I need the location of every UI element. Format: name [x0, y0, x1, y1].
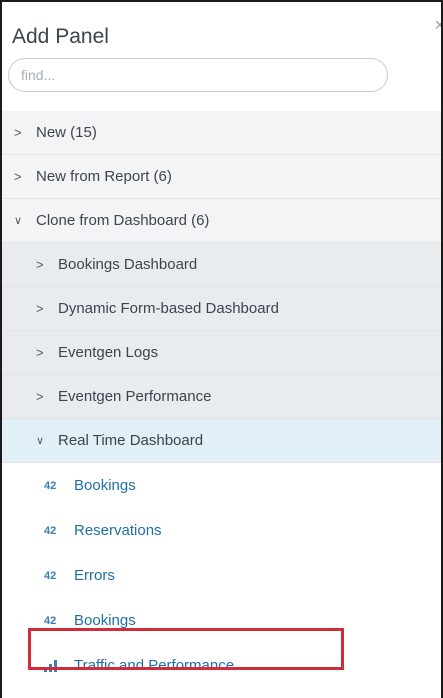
- panel-item[interactable]: 42 Bookings: [2, 463, 441, 508]
- dashboard-item-dynamic-form[interactable]: > Dynamic Form-based Dashboard: [2, 287, 441, 331]
- chevron-down-icon: ∨: [36, 435, 45, 447]
- chevron-right-icon: >: [36, 345, 44, 360]
- tree-item-clone-from-dashboard[interactable]: ∨ Clone from Dashboard (6): [2, 199, 441, 243]
- panel-item-label: Bookings: [74, 612, 136, 629]
- panel-item-label: Errors: [74, 567, 115, 584]
- tree-item-label: Clone from Dashboard (6): [36, 212, 210, 229]
- chevron-right-icon: >: [14, 125, 22, 140]
- dashboard-item-eventgen-logs[interactable]: > Eventgen Logs: [2, 331, 441, 375]
- dashboard-item-label: Bookings Dashboard: [58, 256, 198, 273]
- panel-item-label: Bookings: [74, 477, 136, 494]
- dashboard-item-label: Eventgen Performance: [58, 388, 212, 405]
- panel-item-label: Traffic and Performance: [74, 657, 235, 674]
- panel-item[interactable]: 42 Reservations: [2, 508, 441, 553]
- single-value-icon: 42: [44, 614, 57, 627]
- dashboard-item-label: Dynamic Form-based Dashboard: [58, 300, 279, 317]
- tree-item-label: New (15): [36, 124, 97, 141]
- tree-item-new-from-report[interactable]: > New from Report (6): [2, 155, 441, 199]
- single-value-icon: 42: [44, 524, 57, 537]
- search-input[interactable]: [8, 58, 388, 92]
- dashboard-item-eventgen-performance[interactable]: > Eventgen Performance: [2, 375, 441, 419]
- single-value-icon: 42: [44, 569, 57, 582]
- dashboard-item-label: Eventgen Logs: [58, 344, 159, 361]
- chevron-right-icon: >: [36, 301, 44, 316]
- tree-item-new[interactable]: > New (15): [2, 111, 441, 155]
- chevron-right-icon: >: [36, 257, 44, 272]
- add-panel-sidebar: Add Panel × > New (15) > New from Report…: [0, 0, 443, 698]
- chevron-right-icon: >: [36, 389, 44, 404]
- bar-chart-icon: [44, 659, 74, 672]
- panel-tree: > New (15) > New from Report (6) ∨ Clone…: [2, 111, 441, 688]
- dashboard-item-real-time[interactable]: ∨ Real Time Dashboard: [2, 419, 441, 463]
- panel-item[interactable]: 42 Errors: [2, 553, 441, 598]
- single-value-icon: 42: [44, 479, 57, 492]
- dashboard-item-label: Real Time Dashboard: [58, 432, 204, 449]
- panel-item-traffic-and-performance[interactable]: Traffic and Performance: [2, 643, 441, 688]
- chevron-down-icon: ∨: [14, 215, 23, 227]
- panel-item[interactable]: 42 Bookings: [2, 598, 441, 643]
- close-icon[interactable]: ×: [434, 16, 441, 34]
- chevron-right-icon: >: [14, 169, 22, 184]
- dashboard-item-bookings[interactable]: > Bookings Dashboard: [2, 243, 441, 287]
- panel-item-label: Reservations: [74, 522, 162, 539]
- panel-header: Add Panel ×: [2, 2, 441, 58]
- panel-title: Add Panel: [12, 25, 109, 48]
- tree-item-label: New from Report (6): [36, 168, 172, 185]
